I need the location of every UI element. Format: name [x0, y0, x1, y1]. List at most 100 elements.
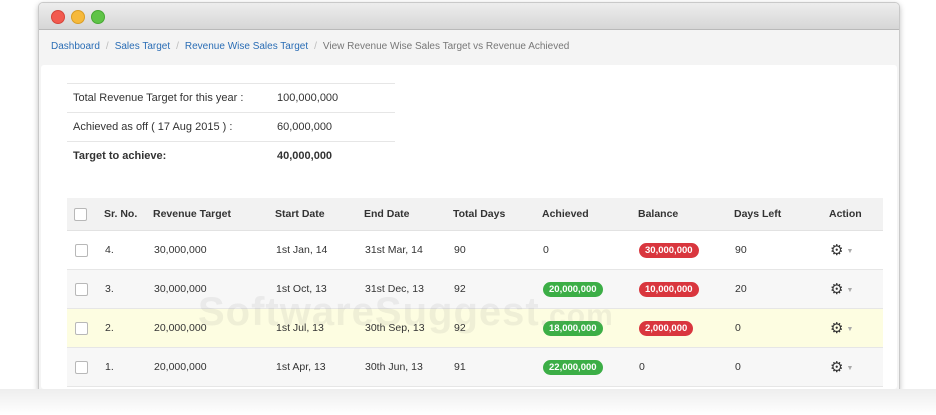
- browser-window: Dashboard / Sales Target / Revenue Wise Sale…: [38, 2, 900, 390]
- caret-down-icon[interactable]: ▼: [846, 287, 853, 294]
- col-start-date[interactable]: Start Date: [275, 198, 364, 231]
- breadcrumb-separator: /: [314, 41, 317, 52]
- col-balance[interactable]: Balance: [638, 198, 734, 231]
- start-date: 1st Jan, 14: [275, 230, 364, 270]
- summary-value: 40,000,000: [271, 141, 395, 170]
- select-all-cell: [67, 198, 104, 231]
- col-days-left[interactable]: Days Left: [734, 198, 829, 231]
- table-row[interactable]: 1. 20,000,000 1st Apr, 13 30th Jun, 13 9…: [67, 347, 883, 387]
- breadcrumb-sales-target[interactable]: Sales Target: [115, 41, 170, 52]
- sales-target-table: Sr. No. Revenue Target Start Date End Da…: [67, 198, 883, 387]
- total-days: 90: [453, 230, 542, 270]
- revenue-target-link[interactable]: 20,000,000: [153, 308, 275, 348]
- summary-label: Target to achieve:: [67, 141, 271, 170]
- summary-row: Target to achieve: 40,000,000: [67, 141, 395, 170]
- gear-icon[interactable]: ⚙: [830, 359, 843, 376]
- select-all-checkbox[interactable]: [74, 207, 87, 221]
- row-checkbox[interactable]: [75, 360, 88, 374]
- revenue-target-link[interactable]: 30,000,000: [153, 269, 275, 309]
- window-reflection: [0, 389, 936, 415]
- days-left: 20: [734, 269, 829, 309]
- breadcrumb-separator: /: [176, 41, 179, 52]
- balance-badge: 2,000,000: [639, 320, 694, 336]
- balance-cell: 30,000,000: [638, 230, 734, 270]
- total-days: 91: [453, 347, 542, 387]
- days-left: 0: [734, 347, 829, 387]
- row-select-cell: [67, 308, 104, 348]
- row-select-cell: [67, 230, 104, 270]
- col-revenue-target[interactable]: Revenue Target: [153, 198, 275, 231]
- action-menu[interactable]: ⚙ ▼: [829, 347, 883, 387]
- sr-no: 4.: [104, 230, 153, 270]
- achieved-badge: 20,000,000: [543, 281, 603, 297]
- achieved-badge: 18,000,000: [543, 320, 603, 336]
- content-panel: Total Revenue Target for this year : 100…: [41, 65, 897, 389]
- revenue-target-link[interactable]: 30,000,000: [153, 230, 275, 270]
- breadcrumb-separator: /: [105, 41, 109, 52]
- achieved-cell: 18,000,000: [542, 308, 638, 348]
- summary-row: Total Revenue Target for this year : 100…: [67, 83, 395, 113]
- col-achieved[interactable]: Achieved: [542, 198, 638, 231]
- summary-table: Total Revenue Target for this year : 100…: [67, 83, 395, 170]
- breadcrumb-current: View Revenue Wise Sales Target vs Revenu…: [322, 41, 570, 52]
- gear-icon[interactable]: ⚙: [830, 281, 843, 298]
- breadcrumb-revenue-wise-sales-target[interactable]: Revenue Wise Sales Target: [185, 41, 308, 52]
- breadcrumb-dashboard[interactable]: Dashboard: [51, 41, 100, 52]
- balance-cell: 10,000,000: [638, 269, 734, 309]
- summary-label: Total Revenue Target for this year :: [67, 83, 271, 113]
- start-date: 1st Apr, 13: [275, 347, 364, 387]
- revenue-target-link[interactable]: 20,000,000: [153, 347, 275, 387]
- end-date: 31st Dec, 13: [364, 269, 453, 309]
- col-sr-no[interactable]: Sr. No.: [104, 198, 153, 231]
- gear-icon[interactable]: ⚙: [830, 320, 843, 337]
- table-row[interactable]: 3. 30,000,000 1st Oct, 13 31st Dec, 13 9…: [67, 269, 883, 309]
- balance-cell: 2,000,000: [638, 308, 734, 348]
- table-row[interactable]: 4. 30,000,000 1st Jan, 14 31st Mar, 14 9…: [67, 230, 883, 270]
- sr-no: 3.: [104, 269, 153, 309]
- row-select-cell: [67, 269, 104, 309]
- start-date: 1st Jul, 13: [275, 308, 364, 348]
- achieved-cell: 20,000,000: [542, 269, 638, 309]
- achieved-value: 0: [542, 230, 638, 270]
- balance-badge: 10,000,000: [639, 281, 699, 297]
- caret-down-icon[interactable]: ▼: [846, 248, 853, 255]
- summary-row: Achieved as off ( 17 Aug 2015 ) : 60,000…: [67, 112, 395, 142]
- end-date: 30th Jun, 13: [364, 347, 453, 387]
- window-titlebar: [39, 3, 899, 30]
- balance-value: 0: [638, 347, 734, 387]
- maximize-window-button[interactable]: [91, 10, 105, 24]
- caret-down-icon[interactable]: ▼: [846, 326, 853, 333]
- achieved-cell: 22,000,000: [542, 347, 638, 387]
- row-select-cell: [67, 347, 104, 387]
- achieved-badge: 22,000,000: [543, 359, 603, 375]
- col-total-days[interactable]: Total Days: [453, 198, 542, 231]
- sr-no: 1.: [104, 347, 153, 387]
- table-row[interactable]: 2. 20,000,000 1st Jul, 13 30th Sep, 13 9…: [67, 308, 883, 348]
- col-action: Action: [829, 198, 883, 231]
- end-date: 31st Mar, 14: [364, 230, 453, 270]
- row-checkbox[interactable]: [75, 321, 88, 335]
- days-left: 90: [734, 230, 829, 270]
- action-menu[interactable]: ⚙ ▼: [829, 269, 883, 309]
- sr-no: 2.: [104, 308, 153, 348]
- total-days: 92: [453, 269, 542, 309]
- balance-badge: 30,000,000: [639, 242, 699, 258]
- gear-icon[interactable]: ⚙: [830, 242, 843, 259]
- row-checkbox[interactable]: [75, 243, 88, 257]
- end-date: 30th Sep, 13: [364, 308, 453, 348]
- breadcrumb: Dashboard / Sales Target / Revenue Wise Sale…: [51, 41, 569, 52]
- minimize-window-button[interactable]: [71, 10, 85, 24]
- start-date: 1st Oct, 13: [275, 269, 364, 309]
- summary-value: 100,000,000: [271, 83, 395, 113]
- close-window-button[interactable]: [51, 10, 65, 24]
- row-checkbox[interactable]: [75, 282, 88, 296]
- summary-value: 60,000,000: [271, 112, 395, 142]
- table-header-row: Sr. No. Revenue Target Start Date End Da…: [67, 198, 883, 231]
- action-menu[interactable]: ⚙ ▼: [829, 308, 883, 348]
- summary-label: Achieved as off ( 17 Aug 2015 ) :: [67, 112, 271, 142]
- caret-down-icon[interactable]: ▼: [846, 365, 853, 372]
- action-menu[interactable]: ⚙ ▼: [829, 230, 883, 270]
- days-left: 0: [734, 308, 829, 348]
- total-days: 92: [453, 308, 542, 348]
- col-end-date[interactable]: End Date: [364, 198, 453, 231]
